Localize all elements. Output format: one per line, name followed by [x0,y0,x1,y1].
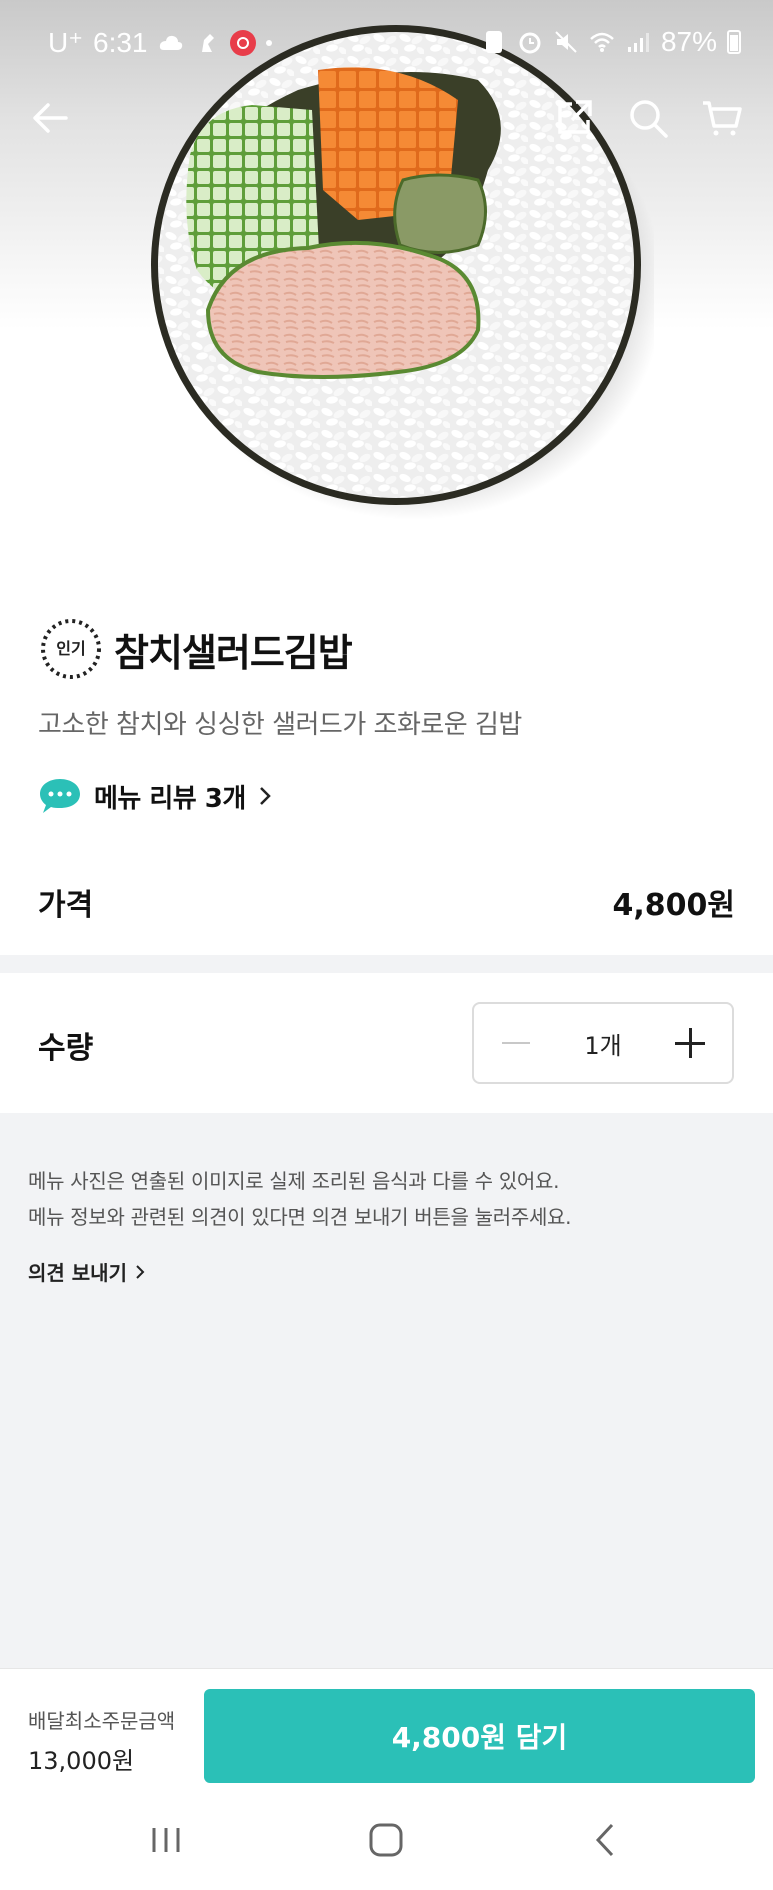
battery-percent: 87% [660,26,717,57]
price-label: 가격 [38,888,94,923]
back-arrow-icon[interactable] [28,96,72,140]
status-left: U⁺ 6:31 [48,26,272,59]
status-right: 87% [481,26,741,58]
menu-review-link[interactable]: 메뉴 리뷰 3개 [38,776,272,816]
product-info: 인기 참치샐러드김밥 고소한 참치와 싱싱한 샐러드가 조화로운 김밥 메뉴 리… [0,580,773,955]
alarm-icon [519,32,541,54]
quantity-stepper: 1개 [472,1002,734,1084]
cloud-notification-icon [159,35,182,50]
chat-bubble-icon [40,779,80,813]
chevron-right-icon [136,1264,145,1279]
product-description: 고소한 참치와 싱싱한 샐러드가 조화로운 김밥 [38,710,522,740]
min-order-label: 배달최소주문금액 [28,1709,176,1733]
system-back-icon[interactable] [584,1818,628,1862]
more-notifications-icon [265,39,272,46]
add-to-cart-button[interactable]: 4,800원 담기 [204,1689,755,1783]
clock: 6:31 [93,26,148,58]
decrease-button[interactable] [500,1027,532,1059]
notice-section: 메뉴 사진은 연출된 이미지로 실제 조리된 음식과 다를 수 있어요. 메뉴 … [0,1113,773,1668]
badge-label: 인기 [56,639,86,658]
chevron-right-icon [259,787,271,805]
red-app-icon [229,29,256,56]
product-image [151,25,654,520]
share-icon[interactable] [552,96,596,140]
price-row: 가격 4,800원 [38,880,735,924]
system-nav-bar [0,1790,773,1890]
increase-button[interactable] [674,1027,706,1059]
send-feedback-link[interactable]: 의견 보내기 [28,1257,145,1286]
app-notification-icon [201,33,214,52]
recent-apps-icon[interactable] [144,1818,188,1862]
review-count-label: 메뉴 리뷰 3개 [94,783,246,814]
mute-icon [555,31,577,53]
product-title: 참치샐러드김밥 [114,630,353,675]
carrier-label: U⁺ [48,27,83,58]
order-bar: 배달최소주문금액 13,000원 4,800원 담기 [0,1668,773,1790]
screenshot-icon [485,31,502,53]
status-bar: U⁺ 6:31 87% [0,0,773,84]
search-icon[interactable] [626,96,670,140]
wifi-icon [590,32,614,52]
notice-text-1: 메뉴 사진은 연출된 이미지로 실제 조리된 음식과 다를 수 있어요. [28,1169,560,1193]
section-divider [0,955,773,973]
notice-text-2: 메뉴 정보와 관련된 의견이 있다면 의견 보내기 버튼을 눌러주세요. [28,1205,572,1229]
signal-icon [627,33,649,52]
title-row: 인기 참치샐러드김밥 [38,616,353,682]
feedback-label: 의견 보내기 [28,1261,127,1285]
popular-badge: 인기 [38,616,104,682]
product-hero: U⁺ 6:31 87% [0,0,773,580]
cart-icon[interactable] [700,96,744,140]
price-value: 4,800원 [612,888,736,923]
quantity-section: 수량 1개 [0,973,773,1113]
quantity-value: 1개 [584,1031,622,1060]
min-order-value: 13,000원 [28,1747,135,1775]
home-icon[interactable] [364,1818,408,1862]
battery-icon [727,30,741,54]
quantity-label: 수량 [38,1031,94,1066]
